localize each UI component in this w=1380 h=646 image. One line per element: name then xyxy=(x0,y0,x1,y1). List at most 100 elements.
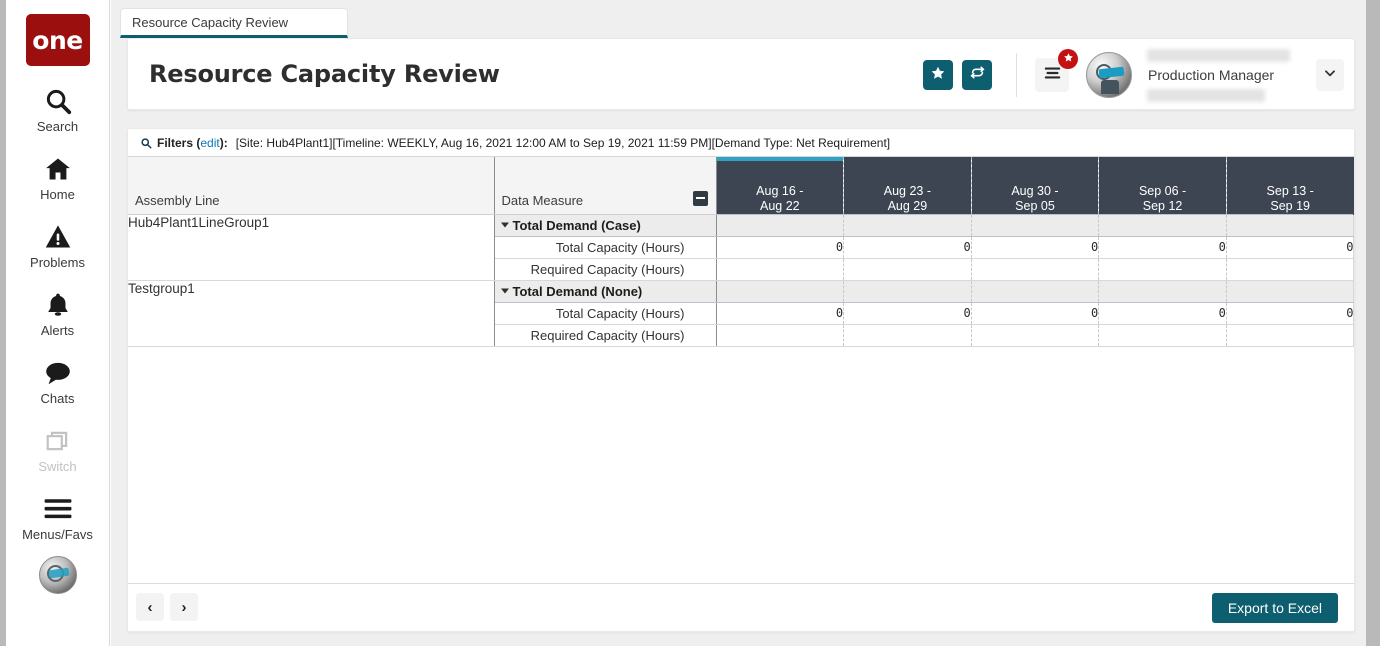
column-header-period-3[interactable]: Aug 30 - Sep 05 xyxy=(971,157,1099,214)
table-head: Assembly Line Data Measure Aug 16 - A xyxy=(128,157,1354,214)
next-page-button[interactable]: › xyxy=(170,593,198,621)
period-1-line2: Aug 22 xyxy=(721,199,840,214)
home-icon xyxy=(6,154,109,184)
value-cell: 0 xyxy=(716,302,844,324)
sidebar-item-home[interactable]: Home xyxy=(6,154,109,202)
sidebar-item-switch[interactable]: Switch xyxy=(6,426,109,474)
value-cell xyxy=(716,214,844,236)
header-actions: Production Manager xyxy=(914,39,1344,111)
favorite-button[interactable] xyxy=(923,60,953,90)
chevron-down-icon[interactable] xyxy=(501,223,509,228)
value-cell xyxy=(1099,324,1227,346)
value-cell xyxy=(716,280,844,302)
value-cell xyxy=(1226,214,1354,236)
value-cell: 0 xyxy=(971,302,1099,324)
page-header-card: Resource Capacity Review xyxy=(127,38,1355,110)
column-header-period-1[interactable]: Aug 16 - Aug 22 xyxy=(716,157,844,214)
assembly-line-cell-2: Testgroup1 xyxy=(128,280,494,346)
filters-summary: [Site: Hub4Plant1][Timeline: WEEKLY, Aug… xyxy=(236,136,890,150)
main-area: Resource Capacity Review Resource Capaci… xyxy=(111,0,1366,646)
value-cell xyxy=(844,258,972,280)
value-cell: 0 xyxy=(1099,236,1227,258)
hamburger-icon xyxy=(1044,66,1061,85)
refresh-button[interactable] xyxy=(962,60,992,90)
sidebar-item-chats[interactable]: Chats xyxy=(6,358,109,406)
column-header-assembly-line-label: Assembly Line xyxy=(135,193,220,208)
hamburger-icon xyxy=(6,494,109,524)
user-info[interactable]: Production Manager xyxy=(1142,46,1314,104)
avatar-visor xyxy=(1099,67,1125,79)
app-root: one Search Home xyxy=(0,0,1380,646)
assembly-line-cell-1: Hub4Plant1LineGroup1 xyxy=(128,214,494,280)
measure-cell: Required Capacity (Hours) xyxy=(494,258,716,280)
avatar[interactable] xyxy=(1086,52,1132,98)
sidebar-item-menus-favs[interactable]: Menus/Favs xyxy=(6,494,109,542)
user-menu-toggle[interactable] xyxy=(1316,59,1344,91)
bell-icon xyxy=(6,290,109,320)
filter-bar: Filters (edit): [Site: Hub4Plant1][Timel… xyxy=(128,129,1354,156)
sidebar-label-menus-favs: Menus/Favs xyxy=(6,527,109,542)
measure-cell: Required Capacity (Hours) xyxy=(494,324,716,346)
column-header-data-measure-label: Data Measure xyxy=(502,193,584,208)
app-logo[interactable]: one xyxy=(26,14,90,66)
sidebar-item-alerts[interactable]: Alerts xyxy=(6,290,109,338)
period-accent xyxy=(1099,157,1226,161)
user-role-label: Production Manager xyxy=(1148,67,1274,83)
sidebar-avatar[interactable] xyxy=(39,556,77,594)
period-accent xyxy=(844,157,971,161)
chevron-down-icon xyxy=(1323,66,1337,85)
value-cell: 0 xyxy=(844,236,972,258)
measure-cell[interactable]: Total Demand (Case) xyxy=(494,214,716,236)
card-footer: ‹ › Export to Excel xyxy=(128,583,1354,631)
period-5-line2: Sep 19 xyxy=(1231,199,1350,214)
warning-icon xyxy=(6,222,109,252)
table-row[interactable]: Hub4Plant1LineGroup1 Total Demand (Case) xyxy=(128,214,1354,236)
column-header-period-5[interactable]: Sep 13 - Sep 19 xyxy=(1226,157,1354,214)
period-5-line1: Sep 13 - xyxy=(1231,184,1350,199)
measure-cell: Total Capacity (Hours) xyxy=(494,302,716,324)
star-icon xyxy=(930,65,946,86)
value-cell xyxy=(1226,280,1354,302)
header-menu-button[interactable] xyxy=(1035,58,1069,92)
value-cell xyxy=(1099,280,1227,302)
minus-box-icon[interactable] xyxy=(693,191,708,206)
sidebar-item-problems[interactable]: Problems xyxy=(6,222,109,270)
sidebar-label-switch: Switch xyxy=(6,459,109,474)
tab-resource-capacity-review[interactable]: Resource Capacity Review xyxy=(120,8,348,38)
column-header-assembly-line[interactable]: Assembly Line xyxy=(128,157,494,214)
sidebar-label-search: Search xyxy=(6,119,109,134)
right-page-gutter xyxy=(1366,0,1380,646)
sidebar-label-alerts: Alerts xyxy=(6,323,109,338)
table-row[interactable]: Testgroup1 Total Demand (None) xyxy=(128,280,1354,302)
page-title: Resource Capacity Review xyxy=(149,60,500,88)
avatar-chin xyxy=(1101,80,1119,94)
chevron-left-icon: ‹ xyxy=(148,599,153,616)
value-cell: 0 xyxy=(971,236,1099,258)
switch-icon xyxy=(6,426,109,456)
value-cell xyxy=(844,280,972,302)
measure-cell[interactable]: Total Demand (None) xyxy=(494,280,716,302)
value-cell xyxy=(844,324,972,346)
filters-edit-link[interactable]: edit xyxy=(200,136,219,150)
column-header-period-2[interactable]: Aug 23 - Aug 29 xyxy=(844,157,972,214)
chevron-down-icon[interactable] xyxy=(501,289,509,294)
measure-label: Total Demand (None) xyxy=(513,284,643,299)
value-cell xyxy=(844,214,972,236)
sidebar-item-search[interactable]: Search xyxy=(6,86,109,134)
value-cell: 0 xyxy=(1099,302,1227,324)
value-cell xyxy=(1099,258,1227,280)
value-cell xyxy=(716,258,844,280)
value-cell: 0 xyxy=(1226,302,1354,324)
column-header-period-4[interactable]: Sep 06 - Sep 12 xyxy=(1099,157,1227,214)
sidebar-label-chats: Chats xyxy=(6,391,109,406)
previous-page-button[interactable]: ‹ xyxy=(136,593,164,621)
export-to-excel-button[interactable]: Export to Excel xyxy=(1212,593,1338,623)
period-3-line2: Sep 05 xyxy=(976,199,1095,214)
left-navigation: one Search Home xyxy=(6,0,110,646)
column-header-data-measure[interactable]: Data Measure xyxy=(494,157,716,214)
search-icon xyxy=(140,137,152,149)
chevron-right-icon: › xyxy=(182,599,187,616)
period-4-line2: Sep 12 xyxy=(1103,199,1222,214)
value-cell: 0 xyxy=(716,236,844,258)
app-logo-text: one xyxy=(32,28,82,53)
